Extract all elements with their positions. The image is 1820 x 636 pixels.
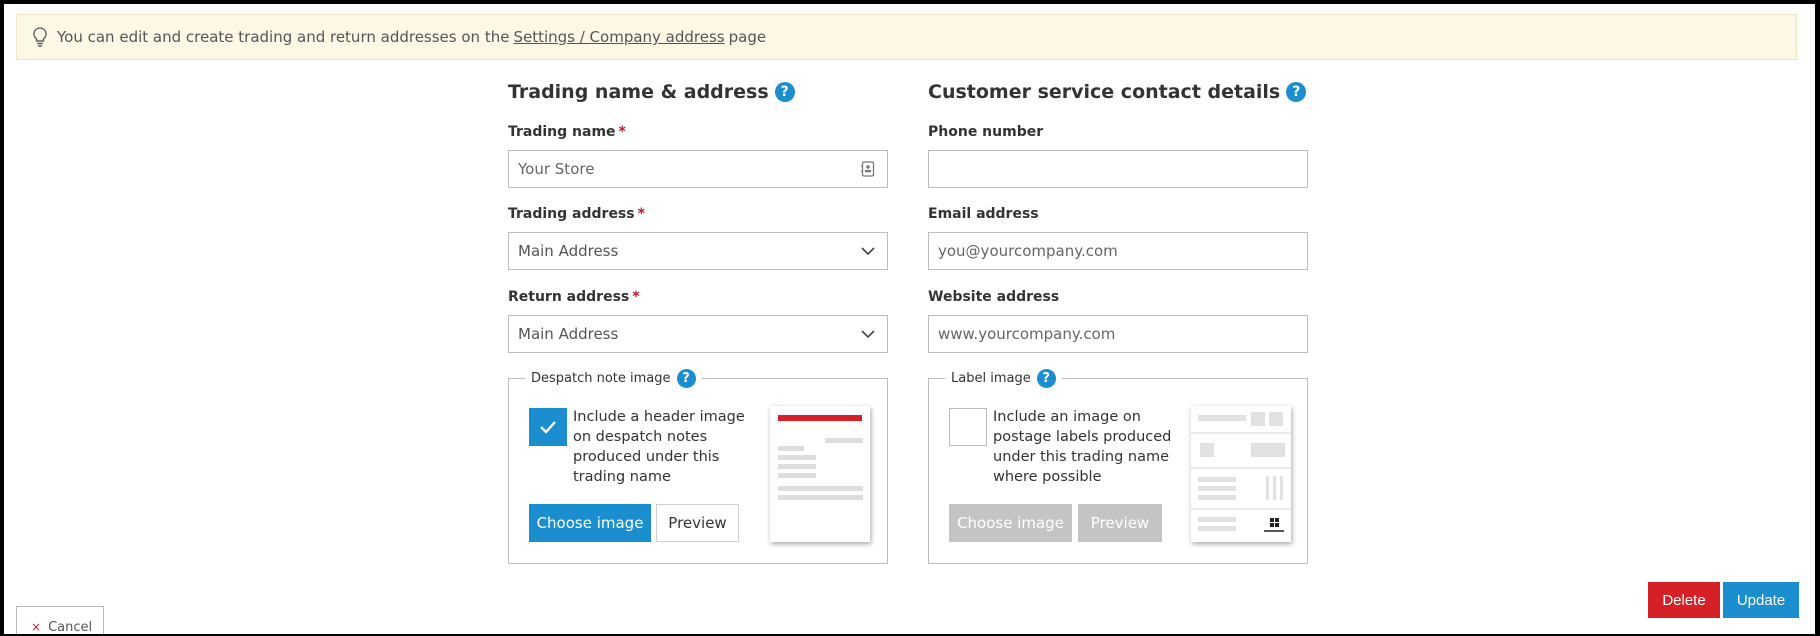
help-icon[interactable]: ? [676, 368, 696, 388]
trading-title: Trading name & address [508, 81, 769, 103]
notice-text-end: page [728, 28, 767, 46]
phone-label: Phone number [928, 124, 1044, 140]
choose-image-button[interactable]: Choose image [529, 504, 651, 542]
phone-field: Phone number [928, 124, 1308, 188]
cancel-button[interactable]: × Cancel [16, 606, 104, 634]
email-field: Email address you@yourcompany.com [928, 206, 1308, 270]
email-input[interactable]: you@yourcompany.com [928, 232, 1308, 270]
checkmark-icon [540, 421, 556, 434]
update-button[interactable]: Update [1723, 582, 1799, 618]
label-image-group: Label image ? Include an image on postag… [928, 368, 1308, 564]
despatch-note-image-group: Despatch note image ? Include a header i… [508, 368, 888, 564]
label-image-legend: Label image ? [945, 368, 1062, 388]
despatch-legend: Despatch note image ? [525, 368, 702, 388]
company-address-link[interactable]: Settings / Company address [513, 28, 724, 46]
cancel-label: Cancel [48, 620, 93, 634]
return-address-select[interactable]: Main Address [508, 315, 888, 353]
preview-button-disabled[interactable]: Preview [1078, 504, 1162, 542]
lightbulb-icon [31, 26, 49, 48]
choose-image-button-disabled[interactable]: Choose image [949, 504, 1072, 542]
despatch-image-checkbox[interactable] [529, 408, 567, 446]
email-label: Email address [928, 206, 1039, 222]
chevron-down-icon [859, 325, 877, 343]
preview-button[interactable]: Preview [656, 504, 739, 542]
chevron-down-icon [859, 242, 877, 260]
website-input[interactable]: www.yourcompany.com [928, 315, 1308, 353]
return-address-label: Return address * [508, 289, 640, 305]
info-notice: You can edit and create trading and retu… [16, 14, 1797, 60]
website-label: Website address [928, 289, 1060, 305]
despatch-checkbox-label: Include a header image on despatch notes… [573, 409, 745, 485]
close-icon: × [31, 620, 42, 634]
trading-address-field: Trading address * Main Address [508, 206, 888, 270]
section-title-trading: Trading name & address ? [508, 80, 888, 104]
customer-service-column: Customer service contact details ? Phone… [928, 80, 1308, 564]
despatch-note-thumbnail [770, 406, 870, 542]
trading-address-label: Trading address * [508, 206, 645, 222]
help-icon[interactable]: ? [1286, 82, 1307, 102]
phone-input[interactable] [928, 150, 1308, 188]
contact-card-icon [859, 160, 877, 178]
label-image-checkbox-label: Include an image on postage labels produ… [993, 409, 1172, 485]
trading-name-input[interactable]: Your Store [508, 150, 888, 188]
page-frame: You can edit and create trading and retu… [4, 4, 1815, 634]
trading-name-label: Trading name * [508, 124, 626, 140]
trading-column: Trading name & address ? Trading name * Y… [508, 80, 888, 564]
section-title-customer-service: Customer service contact details ? [928, 80, 1308, 104]
help-icon[interactable]: ? [1036, 368, 1056, 388]
trading-name-field: Trading name * Your Store [508, 124, 888, 188]
postage-label-thumbnail [1191, 406, 1291, 542]
label-image-checkbox[interactable] [949, 408, 987, 446]
return-address-field: Return address * Main Address [508, 289, 888, 353]
trading-address-select[interactable]: Main Address [508, 232, 888, 270]
help-icon[interactable]: ? [774, 82, 795, 102]
notice-text: You can edit and create trading and retu… [57, 28, 510, 46]
customer-service-title: Customer service contact details [928, 81, 1281, 103]
website-field: Website address www.yourcompany.com [928, 289, 1308, 353]
delete-button[interactable]: Delete [1648, 582, 1720, 618]
